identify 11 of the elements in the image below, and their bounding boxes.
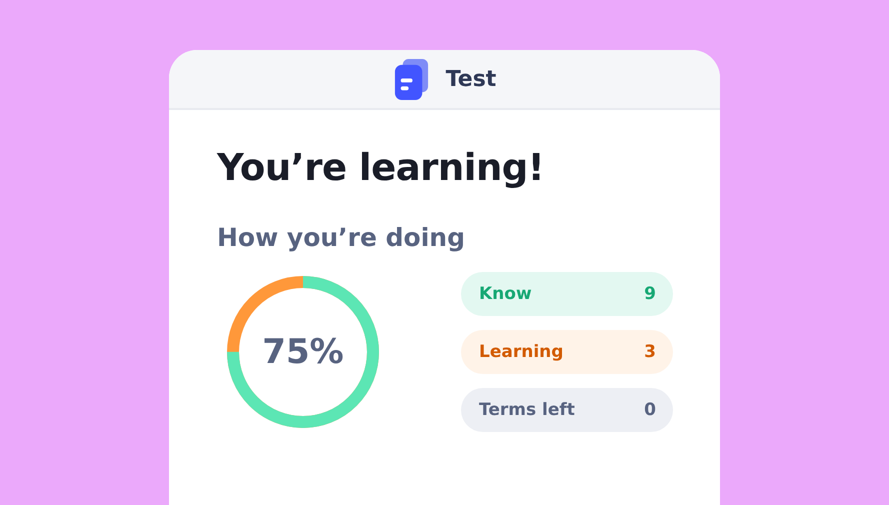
stat-label: Learning — [479, 342, 564, 362]
stat-count: 9 — [644, 284, 656, 304]
percent-label: 75% — [262, 332, 344, 372]
heading: You’re learning! — [217, 146, 546, 189]
stat-label: Terms left — [479, 400, 575, 420]
window-title: Test — [446, 66, 496, 92]
stat-label: Know — [479, 284, 532, 304]
subheading: How you’re doing — [217, 223, 466, 252]
stat-count: 0 — [644, 400, 656, 420]
document-icon — [392, 58, 430, 100]
stat-count: 3 — [644, 342, 656, 362]
